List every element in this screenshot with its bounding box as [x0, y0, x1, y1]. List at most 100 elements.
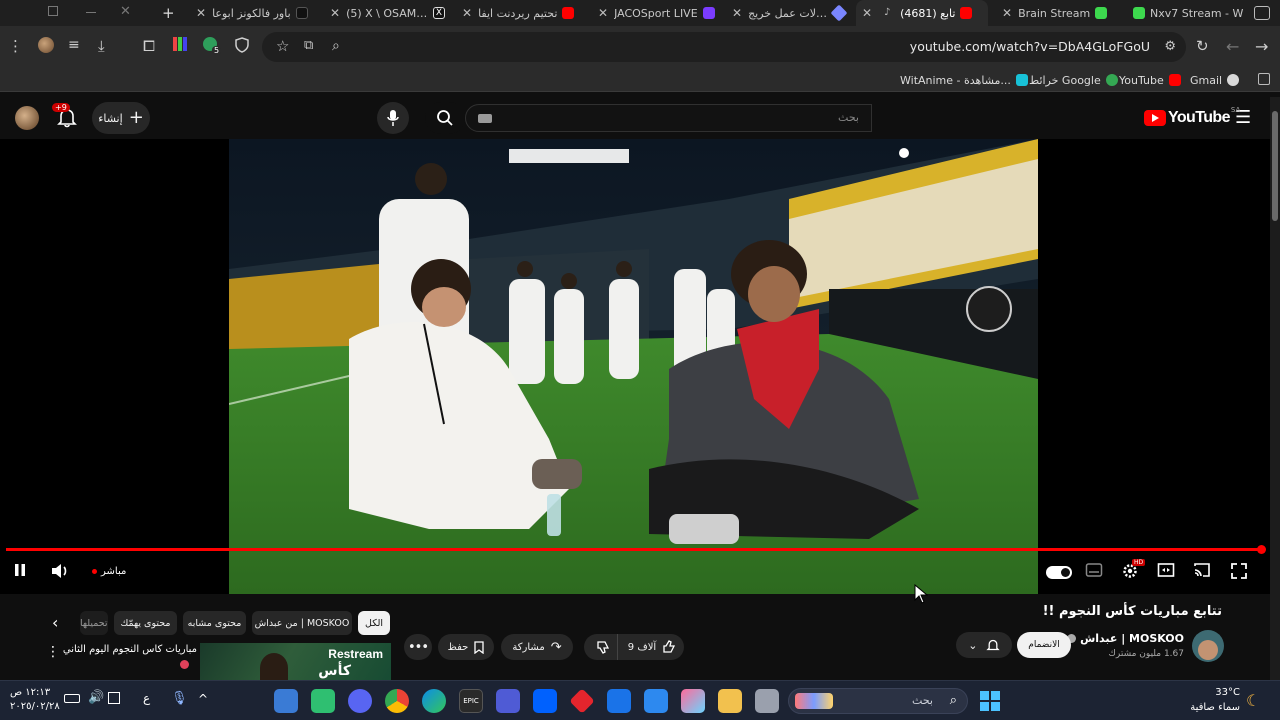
scrollbar-thumb[interactable] — [1272, 111, 1278, 221]
forward-icon[interactable]: ← — [1226, 37, 1246, 57]
tab-active-youtube[interactable]: ✕ ♪ (4681) تابع — [856, 0, 988, 26]
store-app-icon[interactable] — [644, 689, 668, 713]
more-actions-button[interactable]: ••• — [404, 634, 432, 660]
tab-close-icon[interactable]: ✕ — [862, 6, 872, 20]
microphone-tray-icon[interactable]: 🎙 — [171, 691, 188, 706]
bookmark-witanime[interactable]: WitAnime - مشاهدة... — [900, 72, 1028, 88]
menu-kebab-icon[interactable]: ⋮ — [8, 37, 28, 57]
tab-5[interactable]: ✕ JACOSport LIVE — [592, 0, 720, 26]
dislike-button[interactable] — [588, 634, 618, 660]
page-scrollbar[interactable] — [1270, 97, 1280, 680]
chip-all[interactable]: الكل — [358, 611, 390, 635]
channel-avatar[interactable] — [1192, 630, 1224, 662]
tab-close-icon[interactable]: ✕ — [598, 6, 608, 20]
notifications-button[interactable]: +9 — [52, 103, 82, 130]
bookmark-youtube[interactable]: YouTube — [1119, 72, 1181, 88]
epic-games-icon[interactable]: EPIC — [459, 689, 483, 713]
live-indicator[interactable]: مباشر — [92, 566, 126, 577]
snipping-app-icon[interactable] — [274, 689, 298, 713]
discord-icon[interactable] — [348, 689, 372, 713]
anydesk-icon[interactable] — [569, 688, 595, 714]
extension-icon[interactable]: 5 — [203, 37, 223, 57]
video-player[interactable]: مباشر HD — [0, 139, 1270, 594]
bookmark-gmail[interactable]: Gmail — [1190, 72, 1240, 88]
chip-uploaded[interactable]: تم تحميلها — [80, 611, 108, 635]
chip-from-channel[interactable]: من عبداش | MOSKOO — [252, 611, 352, 635]
keyboard-icon[interactable] — [478, 114, 492, 123]
tab-search-icon[interactable] — [1254, 6, 1270, 20]
cast-button[interactable] — [1193, 562, 1215, 584]
language-indicator[interactable]: ع — [143, 691, 150, 705]
taskbar-clock[interactable]: ١٢:١٣ ص ٢٠٢٥/٠٢/٢٨ — [10, 686, 60, 714]
recommendation-thumbnail[interactable]: Restream كأس — [200, 643, 391, 683]
all-bookmarks-icon[interactable] — [1258, 73, 1270, 85]
address-url[interactable]: youtube.com/watch?v=DbA4GLoFGoU — [910, 39, 1150, 54]
tab-close-icon[interactable]: ✕ — [330, 6, 340, 20]
taskview-app-icon[interactable] — [755, 689, 779, 713]
dropbox-icon[interactable] — [533, 689, 557, 713]
media-control-icon[interactable]: ≡ — [68, 37, 88, 57]
chrome-icon[interactable] — [385, 689, 409, 713]
green-app-icon[interactable] — [311, 689, 335, 713]
address-bar[interactable]: youtube.com/watch?v=DbA4GLoFGoU ⚙ ⌕ ⧉ ☆ — [262, 32, 1186, 62]
chip-related[interactable]: محتوى مشابه — [183, 611, 246, 635]
taskbar-search-input[interactable]: بحث ⌕ — [788, 688, 968, 714]
video-frame[interactable] — [229, 139, 1038, 594]
join-button[interactable]: الانضمام — [1017, 632, 1071, 658]
vs-app-icon[interactable] — [496, 689, 520, 713]
notification-preference-button[interactable]: ⌄ — [956, 632, 1012, 658]
bookmark-star-icon[interactable]: ☆ — [276, 37, 289, 55]
tab-close-icon[interactable]: ✕ — [732, 6, 742, 20]
progress-bar[interactable] — [6, 545, 1266, 554]
battery-icon[interactable] — [64, 694, 80, 703]
tab-2[interactable]: ✕ Brain Stream — [996, 0, 1120, 26]
like-button[interactable]: 9 آلاف — [620, 634, 684, 660]
recommendation-menu-icon[interactable]: ⋮ — [46, 644, 60, 660]
colored-extension-icon[interactable] — [173, 37, 193, 57]
window-maximize-button[interactable] — [48, 6, 58, 16]
tab-1[interactable]: Nxv7 Stream - W — [1128, 0, 1248, 26]
back-icon[interactable]: → — [1255, 37, 1275, 57]
photos-app-icon[interactable] — [681, 689, 705, 713]
volume-button[interactable] — [50, 562, 72, 584]
subtitles-button[interactable] — [1085, 562, 1107, 584]
chip-for-you[interactable]: محتوى يهمّك — [114, 611, 177, 635]
outlook-app-icon[interactable] — [607, 689, 631, 713]
settings-button[interactable]: HD — [1121, 559, 1146, 584]
display-tray-icon[interactable] — [108, 692, 120, 704]
puzzle-extensions-icon[interactable]: ⧠ — [143, 37, 163, 57]
tab-close-icon[interactable]: ✕ — [462, 6, 472, 20]
fullscreen-button[interactable] — [1230, 562, 1252, 584]
edge-icon[interactable] — [422, 689, 446, 713]
windows-start-button[interactable] — [980, 691, 1000, 711]
chevron-left-icon[interactable]: ‹ — [52, 613, 58, 632]
tab-8[interactable]: ✕ باور فالكونز ابوعا — [190, 0, 318, 26]
tab-close-icon[interactable]: ✕ — [196, 6, 206, 20]
progress-scrubber[interactable] — [1257, 545, 1266, 554]
youtube-logo[interactable]: YouTube SA — [1144, 106, 1240, 129]
tab-4[interactable]: ✕ مجالات عمل خريج — [726, 0, 850, 26]
save-button[interactable]: حفظ — [438, 634, 494, 660]
share-button[interactable]: مشاركة ↷ — [501, 634, 573, 660]
zoom-icon[interactable]: ⌕ — [332, 38, 340, 54]
search-input[interactable]: بحث — [465, 104, 872, 132]
theater-mode-button[interactable] — [1157, 562, 1179, 584]
send-to-device-icon[interactable]: ⧉ — [304, 38, 313, 53]
account-avatar[interactable] — [15, 106, 39, 130]
weather-widget[interactable]: 33°C سماء صافية — [1190, 685, 1240, 715]
reload-icon[interactable]: ↻ — [1196, 37, 1216, 57]
shield-icon[interactable] — [234, 37, 254, 57]
tab-6[interactable]: ✕ تحتيم ريردنت ايفا — [456, 0, 586, 26]
recommendation-title[interactable]: مباريات كأس النجوم اليوم الثاني — [62, 644, 197, 655]
channel-name[interactable]: MOSKOO | عبداش — [1080, 632, 1184, 645]
window-close-button[interactable]: ✕ — [120, 4, 131, 19]
create-button[interactable]: إنشاء + — [92, 102, 150, 134]
download-icon[interactable]: ⤓ — [98, 37, 118, 57]
chevron-up-icon[interactable]: ^ — [198, 692, 208, 706]
window-minimize-button[interactable] — [86, 12, 96, 13]
voice-search-button[interactable] — [377, 102, 409, 134]
bookmark-maps[interactable]: خرائط Google — [1029, 72, 1118, 88]
volume-tray-icon[interactable]: 🔊 — [88, 690, 104, 705]
tab-7[interactable]: ✕ (5) X \ OSAMAH X — [324, 0, 450, 26]
new-tab-button[interactable]: + — [162, 4, 175, 22]
